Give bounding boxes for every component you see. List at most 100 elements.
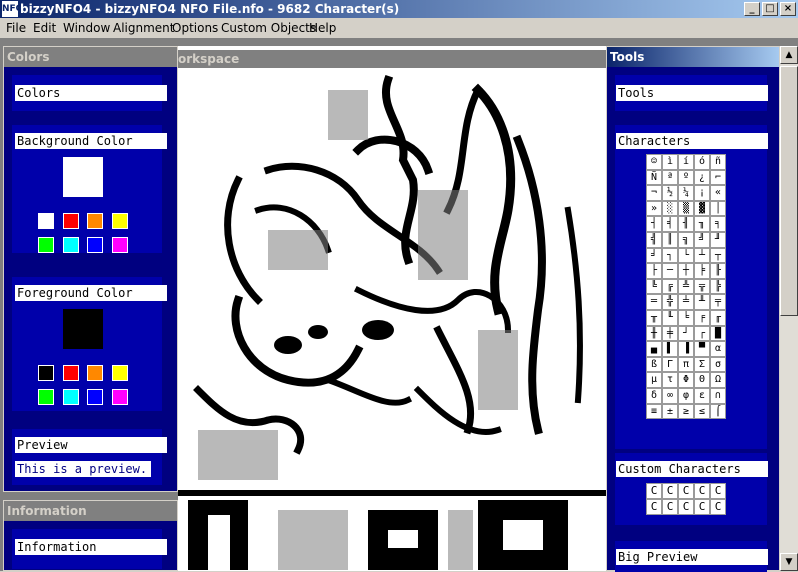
- character-cell[interactable]: ╗: [678, 231, 694, 248]
- character-cell[interactable]: ╥: [646, 309, 662, 326]
- background-color-swatch[interactable]: [112, 213, 128, 229]
- character-cell[interactable]: ì: [662, 154, 678, 170]
- background-color-swatch[interactable]: [112, 237, 128, 253]
- character-cell[interactable]: ├: [646, 263, 662, 279]
- character-cell[interactable]: ε: [694, 387, 710, 404]
- custom-character-cell[interactable]: C: [662, 499, 678, 515]
- foreground-color-swatch[interactable]: [87, 365, 103, 381]
- background-color-swatch[interactable]: [87, 213, 103, 229]
- character-cell[interactable]: Γ: [662, 356, 678, 373]
- character-cell[interactable]: ╠: [710, 278, 726, 295]
- character-cell[interactable]: ╙: [662, 309, 678, 326]
- character-cell[interactable]: ≤: [694, 403, 710, 420]
- foreground-color-swatch[interactable]: [112, 389, 128, 405]
- background-color-swatch[interactable]: [87, 237, 103, 253]
- custom-character-cell[interactable]: C: [710, 483, 726, 499]
- menu-file[interactable]: File: [6, 21, 26, 35]
- character-cell[interactable]: ╣: [646, 231, 662, 248]
- character-cell[interactable]: π: [678, 356, 694, 373]
- menu-help[interactable]: Help: [309, 21, 336, 35]
- character-cell[interactable]: ┤: [646, 216, 662, 232]
- character-cell[interactable]: ╟: [710, 263, 726, 279]
- custom-character-cell[interactable]: C: [646, 483, 662, 499]
- character-cell[interactable]: ▐: [678, 341, 694, 357]
- information-panel-title[interactable]: Information: [4, 501, 177, 521]
- character-cell[interactable]: ▀: [694, 341, 710, 357]
- character-cell[interactable]: ╕: [710, 216, 726, 232]
- character-cell[interactable]: ╩: [678, 278, 694, 295]
- character-cell[interactable]: ╛: [646, 247, 662, 264]
- character-cell[interactable]: ⌐: [710, 169, 726, 186]
- character-cell[interactable]: ¼: [678, 185, 694, 201]
- ascii-art-canvas[interactable]: [178, 70, 606, 570]
- character-cell[interactable]: ╨: [694, 294, 710, 310]
- character-cell[interactable]: ╞: [694, 263, 710, 279]
- custom-character-cell[interactable]: C: [646, 499, 662, 515]
- character-cell[interactable]: Ω: [710, 372, 726, 388]
- character-cell[interactable]: ¡: [694, 185, 710, 201]
- character-cell[interactable]: ░: [662, 200, 678, 217]
- character-cell[interactable]: ┐: [662, 247, 678, 264]
- character-cell[interactable]: ☺: [646, 154, 662, 170]
- foreground-color-swatch[interactable]: [87, 389, 103, 405]
- scroll-thumb[interactable]: [780, 66, 798, 316]
- character-cell[interactable]: ∩: [710, 387, 726, 404]
- character-cell[interactable]: µ: [646, 372, 662, 388]
- character-cell[interactable]: º: [678, 169, 694, 186]
- character-cell[interactable]: └: [678, 247, 694, 264]
- character-cell[interactable]: Ñ: [646, 169, 662, 186]
- character-cell[interactable]: ╦: [694, 278, 710, 295]
- foreground-color-swatch[interactable]: [63, 365, 79, 381]
- character-cell[interactable]: ñ: [710, 154, 726, 170]
- character-cell[interactable]: ╔: [662, 278, 678, 295]
- character-cell[interactable]: ╒: [694, 309, 710, 326]
- character-cell[interactable]: ┴: [694, 247, 710, 264]
- character-cell[interactable]: í: [678, 154, 694, 170]
- scroll-down-arrow-icon[interactable]: ▼: [780, 553, 798, 571]
- foreground-color-preview[interactable]: [63, 309, 103, 349]
- character-cell[interactable]: ┬: [710, 247, 726, 264]
- vertical-scrollbar[interactable]: ▲ ▼: [780, 46, 798, 571]
- character-cell[interactable]: Φ: [678, 372, 694, 388]
- character-cell[interactable]: █: [710, 325, 726, 342]
- character-cell[interactable]: ▒: [678, 200, 694, 217]
- foreground-color-swatch[interactable]: [38, 365, 54, 381]
- custom-character-cell[interactable]: C: [678, 483, 694, 499]
- foreground-color-swatch[interactable]: [112, 365, 128, 381]
- character-cell[interactable]: ╤: [710, 294, 726, 310]
- character-cell[interactable]: ╧: [678, 294, 694, 310]
- character-cell[interactable]: ╫: [646, 325, 662, 342]
- character-cell[interactable]: ╝: [694, 231, 710, 248]
- character-cell[interactable]: Θ: [694, 372, 710, 388]
- custom-character-cell[interactable]: C: [694, 499, 710, 515]
- foreground-color-swatch[interactable]: [38, 389, 54, 405]
- character-cell[interactable]: σ: [710, 356, 726, 373]
- scroll-up-arrow-icon[interactable]: ▲: [780, 46, 798, 64]
- character-cell[interactable]: ±: [662, 403, 678, 420]
- character-cell[interactable]: ╡: [662, 216, 678, 232]
- character-cell[interactable]: ┌: [694, 325, 710, 342]
- workspace-window[interactable]: orkspace: [178, 46, 606, 571]
- character-cell[interactable]: ╚: [646, 278, 662, 295]
- custom-character-cell[interactable]: C: [678, 499, 694, 515]
- maximize-button[interactable]: □: [762, 2, 778, 16]
- character-cell[interactable]: ¿: [694, 169, 710, 186]
- menu-options[interactable]: Options: [172, 21, 218, 35]
- character-cell[interactable]: ═: [646, 294, 662, 310]
- workspace-title[interactable]: orkspace: [178, 50, 606, 68]
- custom-character-cell[interactable]: C: [710, 499, 726, 515]
- menu-edit[interactable]: Edit: [33, 21, 56, 35]
- colors-panel-title[interactable]: Colors: [4, 47, 177, 67]
- character-cell[interactable]: ┘: [678, 325, 694, 342]
- character-cell[interactable]: │: [710, 200, 726, 217]
- background-color-swatch[interactable]: [38, 237, 54, 253]
- character-cell[interactable]: »: [646, 200, 662, 217]
- menu-custom-objects[interactable]: Custom Objects: [221, 21, 316, 35]
- character-cell[interactable]: ╪: [662, 325, 678, 342]
- character-cell[interactable]: ▄: [646, 341, 662, 357]
- minimize-button[interactable]: _: [744, 2, 760, 16]
- character-cell[interactable]: ╜: [710, 231, 726, 248]
- character-cell[interactable]: ╢: [678, 216, 694, 232]
- character-cell[interactable]: ┼: [678, 263, 694, 279]
- character-cell[interactable]: ─: [662, 263, 678, 279]
